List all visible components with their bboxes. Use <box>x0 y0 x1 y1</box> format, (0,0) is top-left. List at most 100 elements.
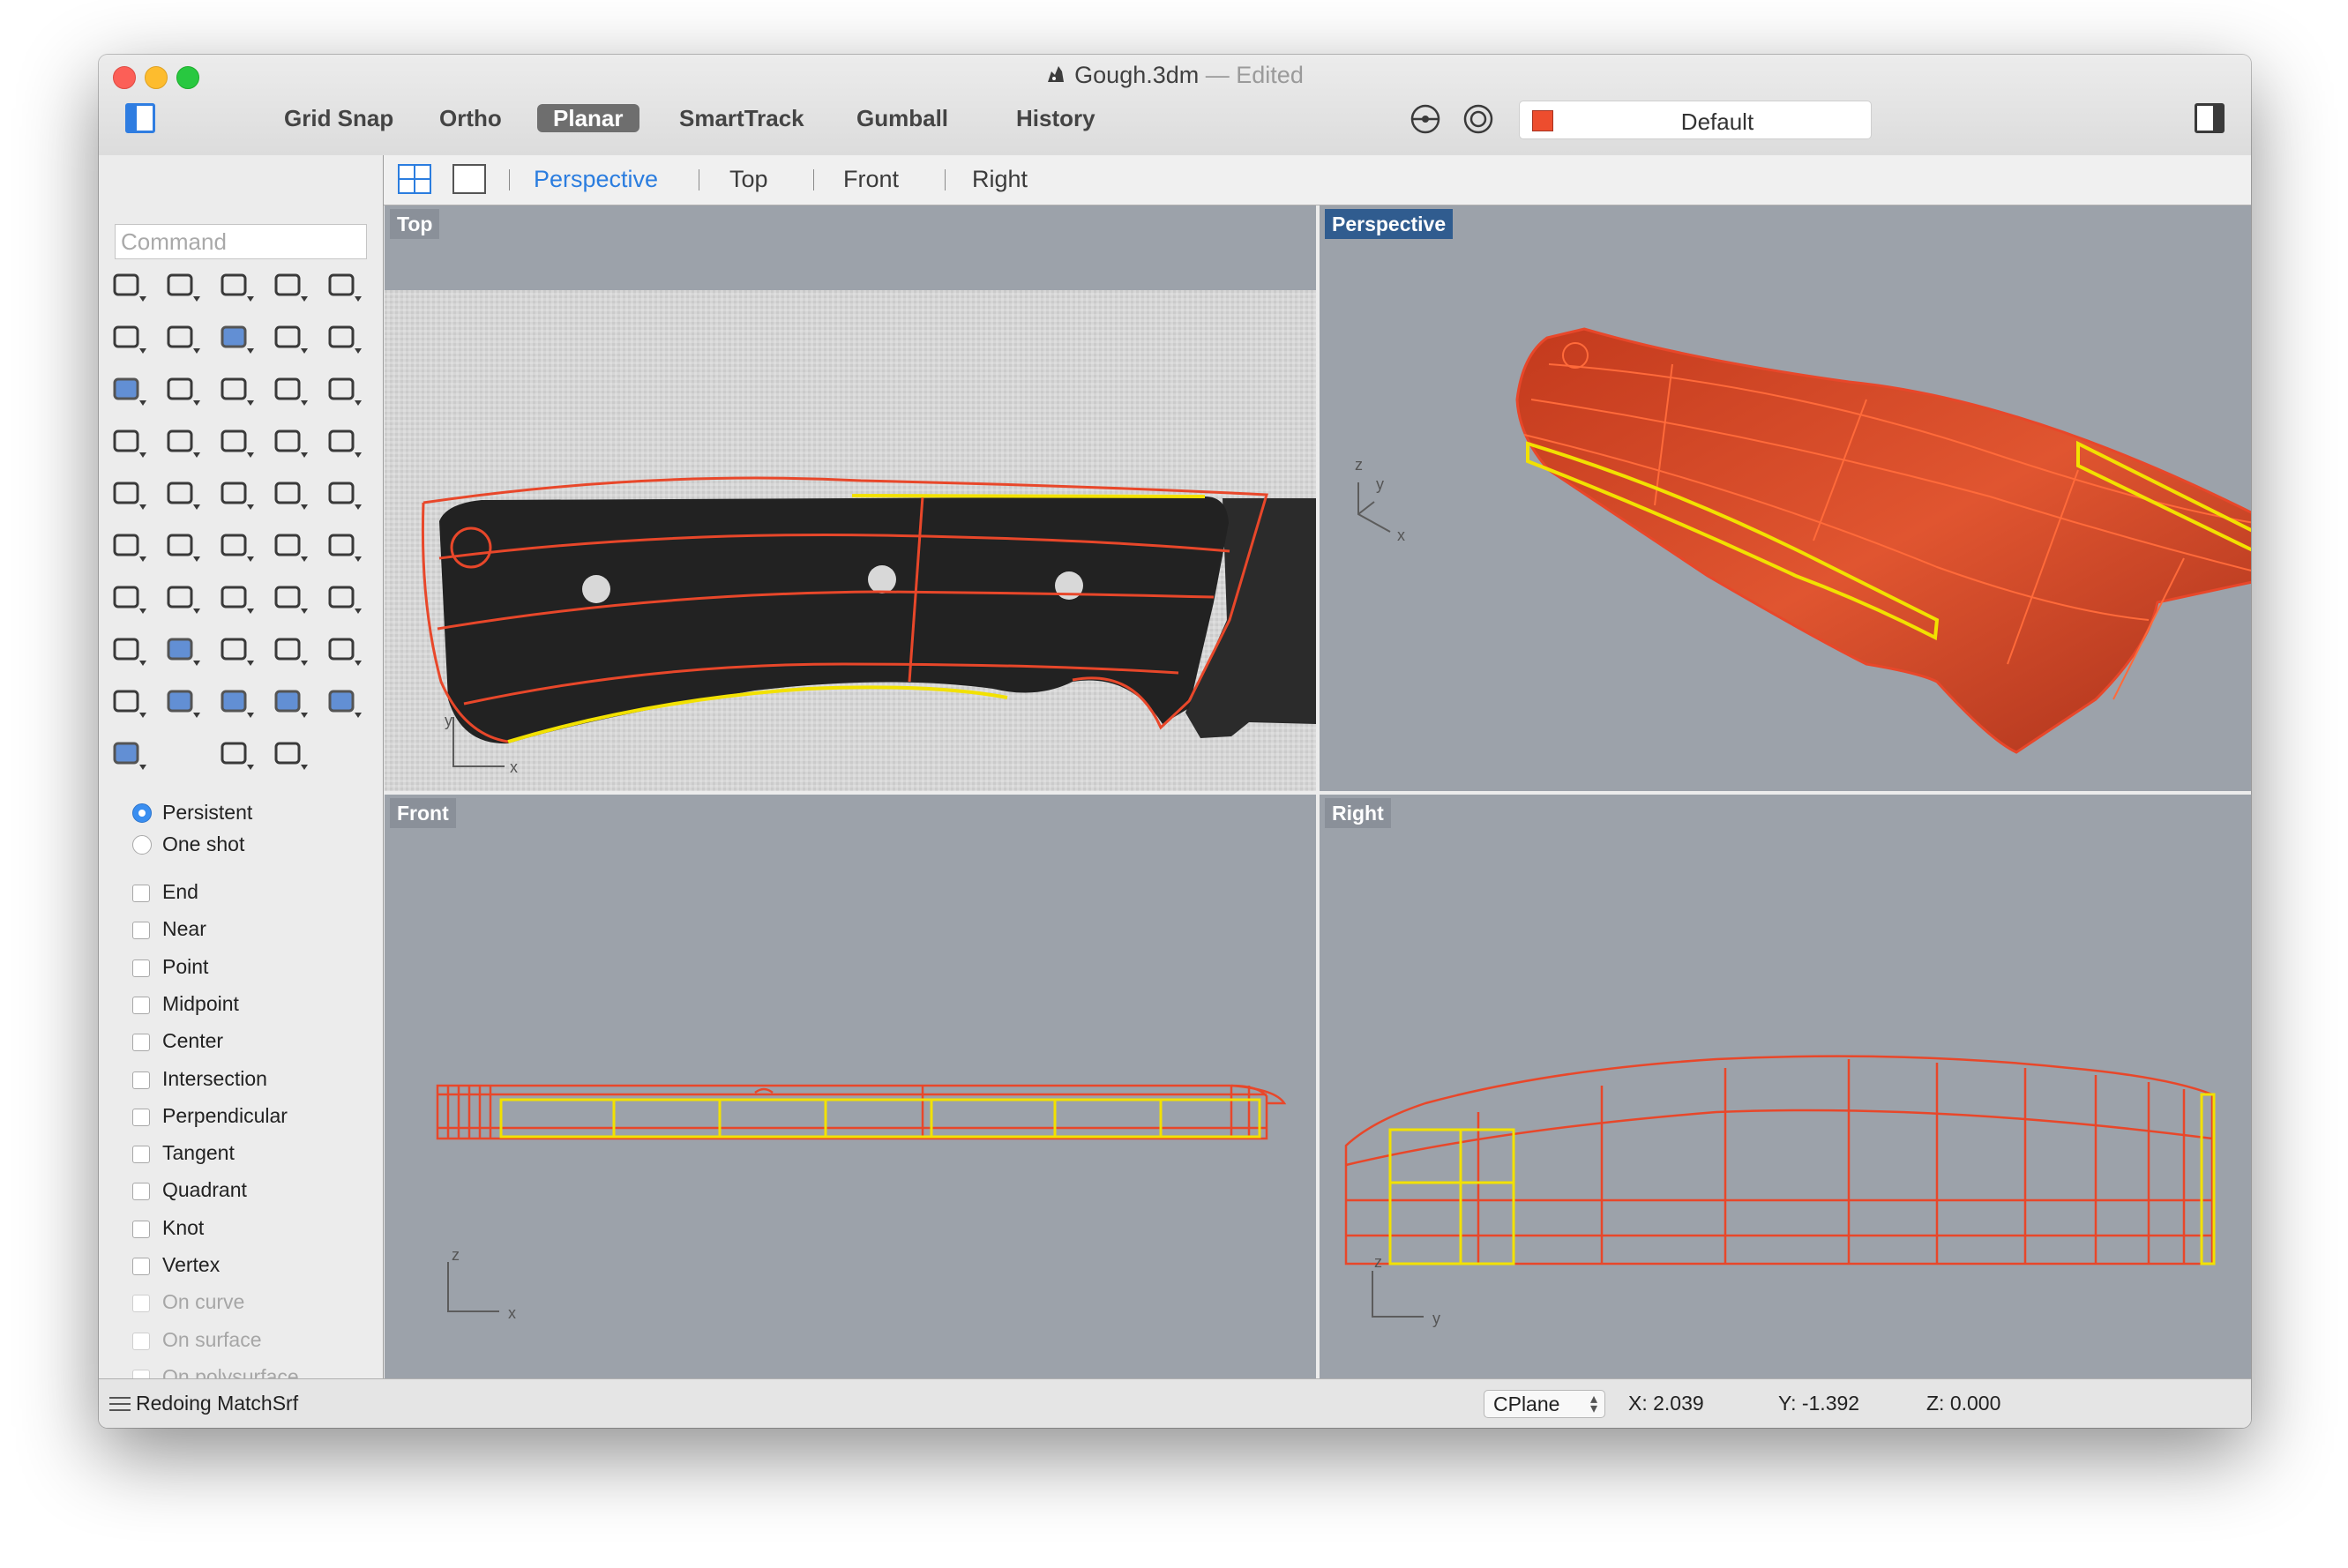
text-icon[interactable] <box>321 421 365 465</box>
viewport-label-perspective[interactable]: Perspective <box>1325 209 1454 239</box>
grid-icon[interactable] <box>213 629 258 673</box>
osnap-end-checkbox[interactable]: End <box>132 880 198 910</box>
osnap-label: Vertex <box>162 1253 221 1276</box>
zoom-icon[interactable] <box>160 577 204 621</box>
color-wheel-icon[interactable] <box>213 681 258 725</box>
osnap-perpendicular-checkbox[interactable]: Perpendicular <box>132 1104 288 1134</box>
front-wireframe <box>436 1084 1287 1140</box>
scale-icon[interactable] <box>106 473 150 517</box>
zoom-window-icon[interactable] <box>213 577 258 621</box>
box-solid-icon[interactable] <box>213 317 258 361</box>
boolean-union-icon[interactable] <box>267 317 311 361</box>
single-viewport-layout-icon[interactable] <box>452 164 486 194</box>
viewport-label-front[interactable]: Front <box>390 798 456 828</box>
osnap-knot-checkbox[interactable]: Knot <box>132 1216 204 1246</box>
polyline-tool-icon[interactable] <box>160 265 204 309</box>
dimension-tool-icon[interactable] <box>267 733 311 777</box>
explode-icon[interactable] <box>160 369 204 413</box>
sidebar-toggle-button[interactable] <box>125 103 155 133</box>
project-icon[interactable] <box>213 473 258 517</box>
tab-perspective[interactable]: Perspective <box>534 166 658 193</box>
coordinate-y: Y: -1.392 <box>1778 1392 1860 1415</box>
axis-indicator <box>447 1262 499 1312</box>
spotlight-icon[interactable] <box>213 733 258 777</box>
planar-button[interactable]: Planar <box>537 104 639 132</box>
osnap-center-checkbox[interactable]: Center <box>132 1029 223 1059</box>
car-render-icon[interactable] <box>160 629 204 673</box>
tab-top[interactable]: Top <box>729 166 768 193</box>
tab-right[interactable]: Right <box>972 166 1028 193</box>
history-button[interactable]: History <box>1000 104 1111 132</box>
persistent-radio[interactable]: Persistent <box>132 801 252 831</box>
curve-tool-icon[interactable] <box>321 265 365 309</box>
zoom-selected-icon[interactable] <box>321 577 365 621</box>
mesh-surface-icon[interactable] <box>106 369 150 413</box>
extrude-icon[interactable] <box>213 369 258 413</box>
axis-label-z: z <box>1355 456 1363 474</box>
align-icon[interactable] <box>160 525 204 569</box>
light-bulb-icon[interactable] <box>321 629 365 673</box>
osnap-midpoint-checkbox[interactable]: Midpoint <box>132 992 239 1022</box>
lock-icon[interactable] <box>106 681 150 725</box>
bend-icon[interactable] <box>213 525 258 569</box>
circle-tool-icon[interactable] <box>106 265 150 309</box>
cplane-selector[interactable]: CPlane ▴ ▾ <box>1484 1390 1605 1418</box>
zoom-extents-icon[interactable] <box>267 577 311 621</box>
ortho-button[interactable]: Ortho <box>423 104 518 132</box>
osnap-vertex-checkbox[interactable]: Vertex <box>132 1253 220 1283</box>
join-icon[interactable] <box>106 421 150 465</box>
surface-from-points-icon[interactable] <box>106 317 150 361</box>
osnap-quadrant-checkbox[interactable]: Quadrant <box>132 1178 247 1208</box>
viewport-label-top[interactable]: Top <box>390 209 440 239</box>
analyze-icon[interactable] <box>321 525 365 569</box>
osnap-intersection-checkbox[interactable]: Intersection <box>132 1067 267 1097</box>
viewport-top[interactable]: y x Top <box>385 205 1316 791</box>
osnap-tangent-checkbox[interactable]: Tangent <box>132 1141 235 1171</box>
polygon-tool-icon[interactable] <box>267 265 311 309</box>
viewport-front[interactable]: z x Front <box>385 795 1316 1378</box>
smarttrack-button[interactable]: SmartTrack <box>663 104 820 132</box>
object-snap-icon[interactable] <box>1410 103 1441 135</box>
four-viewport-layout-icon[interactable] <box>398 164 431 194</box>
checkbox-box <box>132 1071 150 1089</box>
grid-snap-button[interactable]: Grid Snap <box>268 104 409 132</box>
viewport-right[interactable]: z y Right <box>1320 795 2251 1378</box>
record-history-icon[interactable] <box>1462 103 1494 135</box>
rectangle-tool-icon[interactable] <box>213 265 258 309</box>
check-icon[interactable] <box>267 525 311 569</box>
axis-indicator <box>1357 482 1391 533</box>
transform-icon[interactable] <box>267 629 311 673</box>
one-shot-radio[interactable]: One shot <box>132 833 244 862</box>
coordinate-x: X: 2.039 <box>1628 1392 1704 1415</box>
stepper-icon: ▴ ▾ <box>1589 1392 1597 1416</box>
dimension-icon[interactable] <box>321 473 365 517</box>
command-input[interactable] <box>115 224 367 259</box>
osnap-near-checkbox[interactable]: Near <box>132 917 206 947</box>
sweep-surface-icon[interactable] <box>160 317 204 361</box>
osnap-point-checkbox[interactable]: Point <box>132 955 208 985</box>
gumball-button[interactable]: Gumball <box>841 104 964 132</box>
rotate-view-icon[interactable] <box>106 629 150 673</box>
viewport-label-right[interactable]: Right <box>1325 798 1391 828</box>
cylinder-icon[interactable] <box>321 317 365 361</box>
paint-brush-icon[interactable] <box>106 577 150 621</box>
sphere-wire-icon[interactable] <box>267 681 311 725</box>
viewport-perspective[interactable]: z y x Perspective <box>1320 205 2251 791</box>
trim-icon[interactable] <box>267 369 311 413</box>
grid-array-icon[interactable] <box>106 525 150 569</box>
group-icon[interactable] <box>160 421 204 465</box>
mesh-sphere-icon[interactable] <box>321 681 365 725</box>
array-icon[interactable] <box>160 473 204 517</box>
inspector-panel-toggle-button[interactable] <box>2195 103 2225 133</box>
layer-icon[interactable] <box>160 681 204 725</box>
tab-front[interactable]: Front <box>843 166 899 193</box>
command-history-menu-icon[interactable] <box>108 1395 132 1413</box>
current-layer-selector[interactable]: Default <box>1519 101 1872 139</box>
chamfer-curve-icon[interactable] <box>267 421 311 465</box>
render-sphere-icon[interactable] <box>106 733 150 777</box>
solid-edit-icon[interactable] <box>267 473 311 517</box>
fillet-icon[interactable] <box>213 421 258 465</box>
status-bar: Redoing MatchSrf CPlane ▴ ▾ X: 2.039 Y: -… <box>99 1378 2251 1428</box>
split-icon[interactable] <box>321 369 365 413</box>
handle-pin <box>582 575 610 603</box>
